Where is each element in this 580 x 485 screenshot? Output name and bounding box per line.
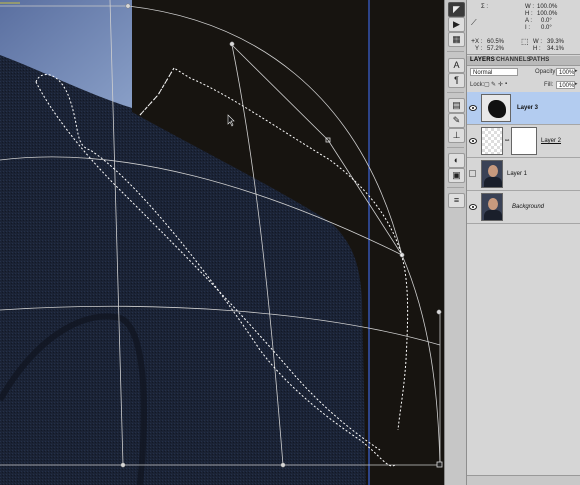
layer-1-thumbnail <box>481 160 503 188</box>
tab-layers[interactable]: LAYERS <box>470 57 495 63</box>
measure-icon: ⟋ <box>471 18 477 27</box>
collapsed-panel-dock: ◤ ▶ ▦ A ¶ ▤ ✎ ⊥ ◐ ▣ ≡ <box>444 0 466 485</box>
background-layer-name[interactable]: Background <box>512 204 544 210</box>
jacket-shoulder <box>0 55 366 485</box>
paragraph-icon[interactable]: ¶ <box>448 73 465 88</box>
tab-channels[interactable]: CHANNELS <box>496 57 531 63</box>
opacity-label: Opacity: <box>535 69 558 75</box>
layer-2-name[interactable]: Layer 2 <box>541 138 561 144</box>
layer-3-thumbnail <box>481 94 511 122</box>
warp-handle[interactable] <box>120 462 126 468</box>
mask-icon[interactable]: ▣ <box>448 168 465 183</box>
x-value: 60.5% <box>487 39 505 45</box>
circle-half-icon[interactable]: ◐ <box>448 153 465 168</box>
mask-shape <box>488 100 506 118</box>
lock-pixels-icon[interactable]: ✎ <box>491 81 496 88</box>
layer-2-mask-thumbnail <box>511 127 537 155</box>
layer-2-thumbnail <box>481 127 503 155</box>
chain-link-icon: ⚯ <box>505 138 510 144</box>
portrait-suit <box>484 210 502 220</box>
background-thumbnail <box>481 193 503 221</box>
brush-icon[interactable]: ✎ <box>448 113 465 128</box>
layers-stack-icon[interactable]: ≡ <box>448 193 465 208</box>
selection-segment <box>139 67 175 116</box>
lock-transparency-icon[interactable]: ▢ <box>484 81 490 88</box>
layer-1-name[interactable]: Layer 1 <box>507 171 527 177</box>
play-icon[interactable]: ▶ <box>448 17 465 32</box>
layers-panel-tabs: LAYERS CHANNELS PATHS <box>467 56 580 66</box>
h1-value: 100.0% <box>537 11 558 17</box>
opacity-input[interactable]: 100% <box>556 68 575 76</box>
dock-separator <box>447 92 464 93</box>
layer-row-background[interactable]: Background <box>467 191 580 224</box>
warp-handle[interactable] <box>436 309 442 315</box>
marquee-icon: ⬚ <box>521 37 529 46</box>
lock-label: Lock: <box>470 82 485 88</box>
h2-label: H : <box>533 46 541 52</box>
lock-position-icon[interactable]: ✛ <box>498 81 503 88</box>
opacity-arrow-icon[interactable]: ▸ <box>575 68 578 74</box>
y-label: Y : <box>475 46 483 52</box>
fill-arrow-icon[interactable]: ▸ <box>575 81 578 87</box>
layer-row-1[interactable]: Layer 1 <box>467 158 580 191</box>
arrow-icon[interactable]: ◤ <box>448 2 465 17</box>
fill-label: Fill: <box>544 82 554 88</box>
clone-stamp-icon[interactable]: ⊥ <box>448 128 465 143</box>
sigma-label: Σ : <box>481 4 489 10</box>
h2-value: 34.1% <box>547 46 565 52</box>
w1-label: W : <box>525 4 534 10</box>
info-panel: Σ : ⟋ W : 100.0% H : 100.0% A : 0.0° I :… <box>467 0 580 55</box>
portrait-suit <box>484 177 502 187</box>
dock-separator <box>447 187 464 188</box>
warp-handle[interactable] <box>280 462 286 468</box>
layer-3-name[interactable]: Layer 3 <box>517 105 538 111</box>
layer-row-3[interactable]: Layer 3 <box>467 92 580 125</box>
x-label: X : <box>475 39 483 45</box>
document-canvas[interactable] <box>0 0 444 485</box>
h1-label: H : <box>525 11 533 17</box>
right-panel-dock: Σ : ⟋ W : 100.0% H : 100.0% A : 0.0° I :… <box>466 0 580 485</box>
w2-label: W : <box>533 39 542 45</box>
hidden-visibility-box[interactable] <box>469 170 476 177</box>
corner-handle[interactable] <box>436 461 443 468</box>
dock-separator <box>447 51 464 52</box>
warp-handle[interactable] <box>125 3 131 9</box>
visibility-eye-icon[interactable] <box>469 138 477 144</box>
w1-value: 100.0% <box>537 4 558 10</box>
tab-paths[interactable]: PATHS <box>529 57 549 63</box>
visibility-eye-icon[interactable] <box>469 204 477 210</box>
skew-value: 0.0° <box>541 25 552 31</box>
portrait-face <box>488 165 498 177</box>
angle-label: A : <box>525 18 533 24</box>
y-value: 57.2% <box>487 46 505 52</box>
dock-separator <box>447 147 464 148</box>
angle-value: 0.0° <box>541 18 552 24</box>
text-icon[interactable]: A <box>448 58 465 73</box>
swatch-icon[interactable]: ▤ <box>448 98 465 113</box>
blend-mode-select[interactable]: Normal <box>470 68 518 76</box>
grid-icon[interactable]: ▦ <box>448 32 465 47</box>
warp-handle[interactable] <box>229 41 235 47</box>
skew-label: I : <box>525 25 531 31</box>
arrow-cursor-icon <box>227 114 235 127</box>
layer-row-2[interactable]: ⚯ Layer 2 <box>467 125 580 158</box>
fill-input[interactable]: 100% <box>556 81 575 89</box>
lock-all-icon[interactable]: ▪ <box>505 81 507 87</box>
visibility-eye-icon[interactable] <box>469 105 477 111</box>
canvas-artwork <box>0 0 443 485</box>
layers-panel-footer <box>467 475 580 485</box>
w2-value: 39.3% <box>547 39 565 45</box>
portrait-face <box>488 198 498 210</box>
